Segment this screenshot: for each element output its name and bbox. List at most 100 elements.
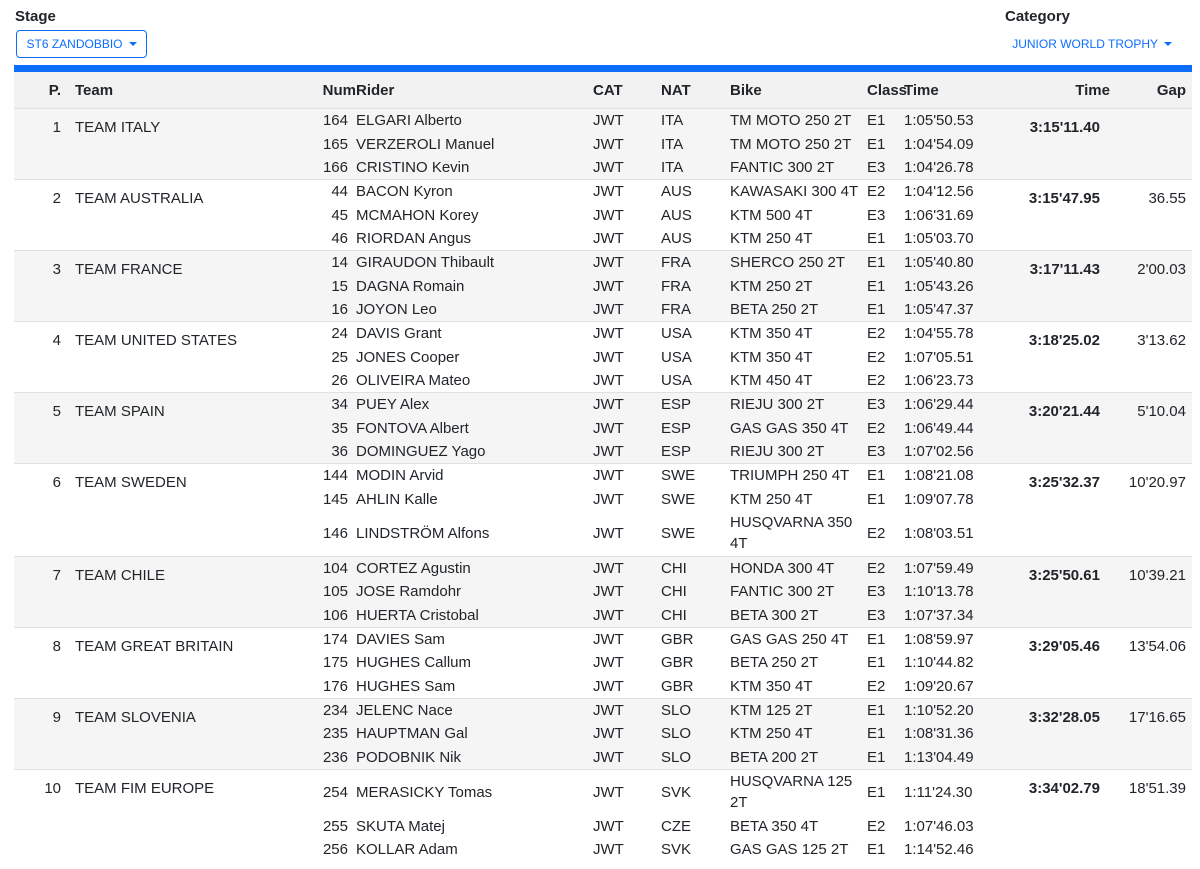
team-gap: 5'10.04 [1110, 392, 1192, 464]
rider-bike: FANTIC 300 2T [730, 155, 867, 180]
rider-row[interactable]: 9 TEAM SLOVENIA 234 JELENC Nace JWT SLO KTM 12… [14, 698, 1192, 770]
rider-name: HUGHES Sam [356, 674, 593, 699]
rider-bike: TM MOTO 250 2T [730, 132, 867, 156]
rider-name: PUEY Alex [356, 392, 593, 417]
rider-bike: BETA 250 2T [730, 298, 867, 322]
category-dropdown-label: JUNIOR WORLD TROPHY [1012, 37, 1158, 51]
rider-row[interactable]: 3 TEAM FRANCE 14 GIRAUDON Thibault JWT FRA SHE… [14, 250, 1192, 322]
team-position: 1 [14, 108, 75, 180]
rider-time: 1:04'54.09 [904, 132, 1002, 156]
rider-nationality: AUS [661, 226, 730, 251]
rider-category: JWT [593, 392, 661, 417]
rider-number: 175 [310, 650, 356, 675]
header-cat[interactable]: CAT [593, 72, 661, 109]
results-table: P. Team Num Rider CAT NAT Bike Class Tim… [14, 72, 1192, 862]
rider-time: 1:06'49.44 [904, 416, 1002, 441]
rider-number: 236 [310, 745, 356, 770]
rider-number: 34 [310, 392, 356, 417]
category-label: Category [1005, 8, 1071, 25]
rider-number: 45 [310, 203, 356, 227]
rider-bike: GAS GAS 250 4T [730, 627, 867, 651]
team-group: 1 TEAM ITALY 164 ELGARI Alberto JWT ITA TM MOT… [14, 108, 1192, 180]
team-time: 3:29'05.46 [1002, 627, 1110, 699]
header-rider[interactable]: Rider [356, 72, 593, 109]
rider-name: CORTEZ Agustin [356, 556, 593, 580]
rider-time: 1:07'02.56 [904, 440, 1002, 464]
header-pos[interactable]: P. [14, 72, 75, 109]
rider-row[interactable]: 4 TEAM UNITED STATES 24 DAVIS Grant JWT USA KT… [14, 321, 1192, 393]
header-team[interactable]: Team [75, 72, 310, 109]
rider-number: 146 [310, 511, 356, 557]
rider-class: E1 [867, 769, 904, 815]
rider-number: 24 [310, 321, 356, 346]
team-name: TEAM GREAT BRITAIN [75, 627, 310, 699]
team-position: 8 [14, 627, 75, 699]
rider-class: E1 [867, 463, 904, 488]
stage-dropdown[interactable]: ST6 ZANDOBBIO [16, 30, 147, 58]
rider-category: JWT [593, 132, 661, 156]
team-time: 3:25'50.61 [1002, 556, 1110, 628]
rider-nationality: ITA [661, 132, 730, 156]
rider-name: JOSE Ramdohr [356, 579, 593, 604]
rider-row[interactable]: 1 TEAM ITALY 164 ELGARI Alberto JWT ITA TM MOT… [14, 108, 1192, 180]
rider-time: 1:05'43.26 [904, 274, 1002, 298]
header-nat[interactable]: NAT [661, 72, 730, 109]
rider-nationality: ESP [661, 416, 730, 441]
rider-category: JWT [593, 250, 661, 275]
team-position: 7 [14, 556, 75, 628]
rider-nationality: GBR [661, 650, 730, 675]
team-name: TEAM AUSTRALIA [75, 179, 310, 251]
rider-nationality: CHI [661, 556, 730, 580]
team-group: 4 TEAM UNITED STATES 24 DAVIS Grant JWT USA KT… [14, 321, 1192, 393]
table-header: P. Team Num Rider CAT NAT Bike Class Tim… [14, 72, 1192, 109]
header-bike[interactable]: Bike [730, 72, 867, 109]
rider-category: JWT [593, 769, 661, 815]
rider-class: E1 [867, 698, 904, 722]
rider-nationality: CHI [661, 579, 730, 604]
rider-category: JWT [593, 650, 661, 675]
rider-bike: BETA 300 2T [730, 603, 867, 628]
rider-time: 1:14'52.46 [904, 838, 1002, 862]
rider-row[interactable]: 10 TEAM FIM EUROPE 254 MERASICKY Tomas JWT SV… [14, 769, 1192, 862]
rider-time: 1:08'31.36 [904, 722, 1002, 746]
rider-nationality: USA [661, 369, 730, 393]
rider-class: E2 [867, 556, 904, 580]
team-time: 3:15'11.40 [1002, 108, 1110, 180]
rider-nationality: SWE [661, 487, 730, 512]
rider-category: JWT [593, 463, 661, 488]
header-gap[interactable]: Gap [1110, 72, 1192, 109]
rider-category: JWT [593, 321, 661, 346]
rider-row[interactable]: 5 TEAM SPAIN 34 PUEY Alex JWT ESP RIEJU 300 2T… [14, 392, 1192, 464]
rider-name: GIRAUDON Thibault [356, 250, 593, 275]
rider-category: JWT [593, 345, 661, 370]
rider-name: MERASICKY Tomas [356, 769, 593, 815]
header-num[interactable]: Num [310, 72, 356, 109]
rider-time: 1:08'59.97 [904, 627, 1002, 651]
team-position: 4 [14, 321, 75, 393]
rider-class: E1 [867, 226, 904, 251]
team-position: 6 [14, 463, 75, 557]
rider-category: JWT [593, 722, 661, 746]
stage-dropdown-label: ST6 ZANDOBBIO [26, 37, 123, 51]
header-rider-time[interactable]: Time [904, 72, 1002, 109]
rider-row[interactable]: 7 TEAM CHILE 104 CORTEZ Agustin JWT CHI HONDA … [14, 556, 1192, 628]
rider-name: MODIN Arvid [356, 463, 593, 488]
filters-bar: Stage ST6 ZANDOBBIO Category JUNIOR WORL… [0, 0, 1200, 66]
rider-name: PODOBNIK Nik [356, 745, 593, 770]
team-position: 2 [14, 179, 75, 251]
team-name: TEAM SPAIN [75, 392, 310, 464]
rider-bike: SHERCO 250 2T [730, 250, 867, 275]
header-class[interactable]: Class [867, 72, 907, 109]
team-position: 10 [14, 769, 75, 862]
rider-bike: KTM 500 4T [730, 203, 867, 227]
rider-nationality: ITA [661, 155, 730, 180]
rider-bike: RIEJU 300 2T [730, 392, 867, 417]
rider-row[interactable]: 8 TEAM GREAT BRITAIN 174 DAVIES Sam JWT GBR GA… [14, 627, 1192, 699]
category-dropdown[interactable]: JUNIOR WORLD TROPHY [1012, 30, 1172, 58]
rider-number: 174 [310, 627, 356, 651]
rider-row[interactable]: 2 TEAM AUSTRALIA 44 BACON Kyron JWT AUS KAWASA… [14, 179, 1192, 251]
rider-row[interactable]: 6 TEAM SWEDEN 144 MODIN Arvid JWT SWE TRIUMPH … [14, 463, 1192, 557]
team-gap: 17'16.65 [1110, 698, 1192, 770]
header-time[interactable]: Time [1002, 72, 1110, 109]
rider-nationality: USA [661, 321, 730, 346]
